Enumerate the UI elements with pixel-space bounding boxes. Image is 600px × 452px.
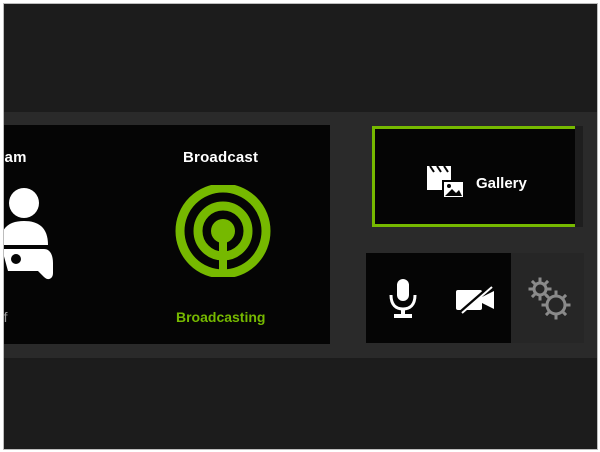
quick-controls [366,253,584,343]
broadcast-icon [175,185,271,285]
settings-button[interactable] [511,253,584,343]
stream-tile-status: ff [3,309,8,325]
user-controller-icon [4,188,53,280]
gallery-icon [427,166,464,199]
gallery-tile-edge [575,126,583,227]
gear-icon [528,277,571,320]
gallery-tile[interactable]: Gallery [372,126,583,227]
gallery-label: Gallery [476,175,527,192]
overlay-window: eam ff Broadcast Broadcasting [3,3,598,450]
microphone-icon [389,279,417,318]
camera-toggle-button[interactable] [439,253,511,343]
broadcast-tile[interactable]: Broadcast Broadcasting [162,125,312,344]
broadcast-tile-status: Broadcasting [176,309,266,325]
share-panel: eam ff Broadcast Broadcasting [4,125,330,344]
camera-off-icon [456,286,494,314]
stream-tile-title: eam [4,149,27,166]
broadcast-tile-title: Broadcast [183,149,259,166]
microphone-button[interactable] [366,253,439,343]
